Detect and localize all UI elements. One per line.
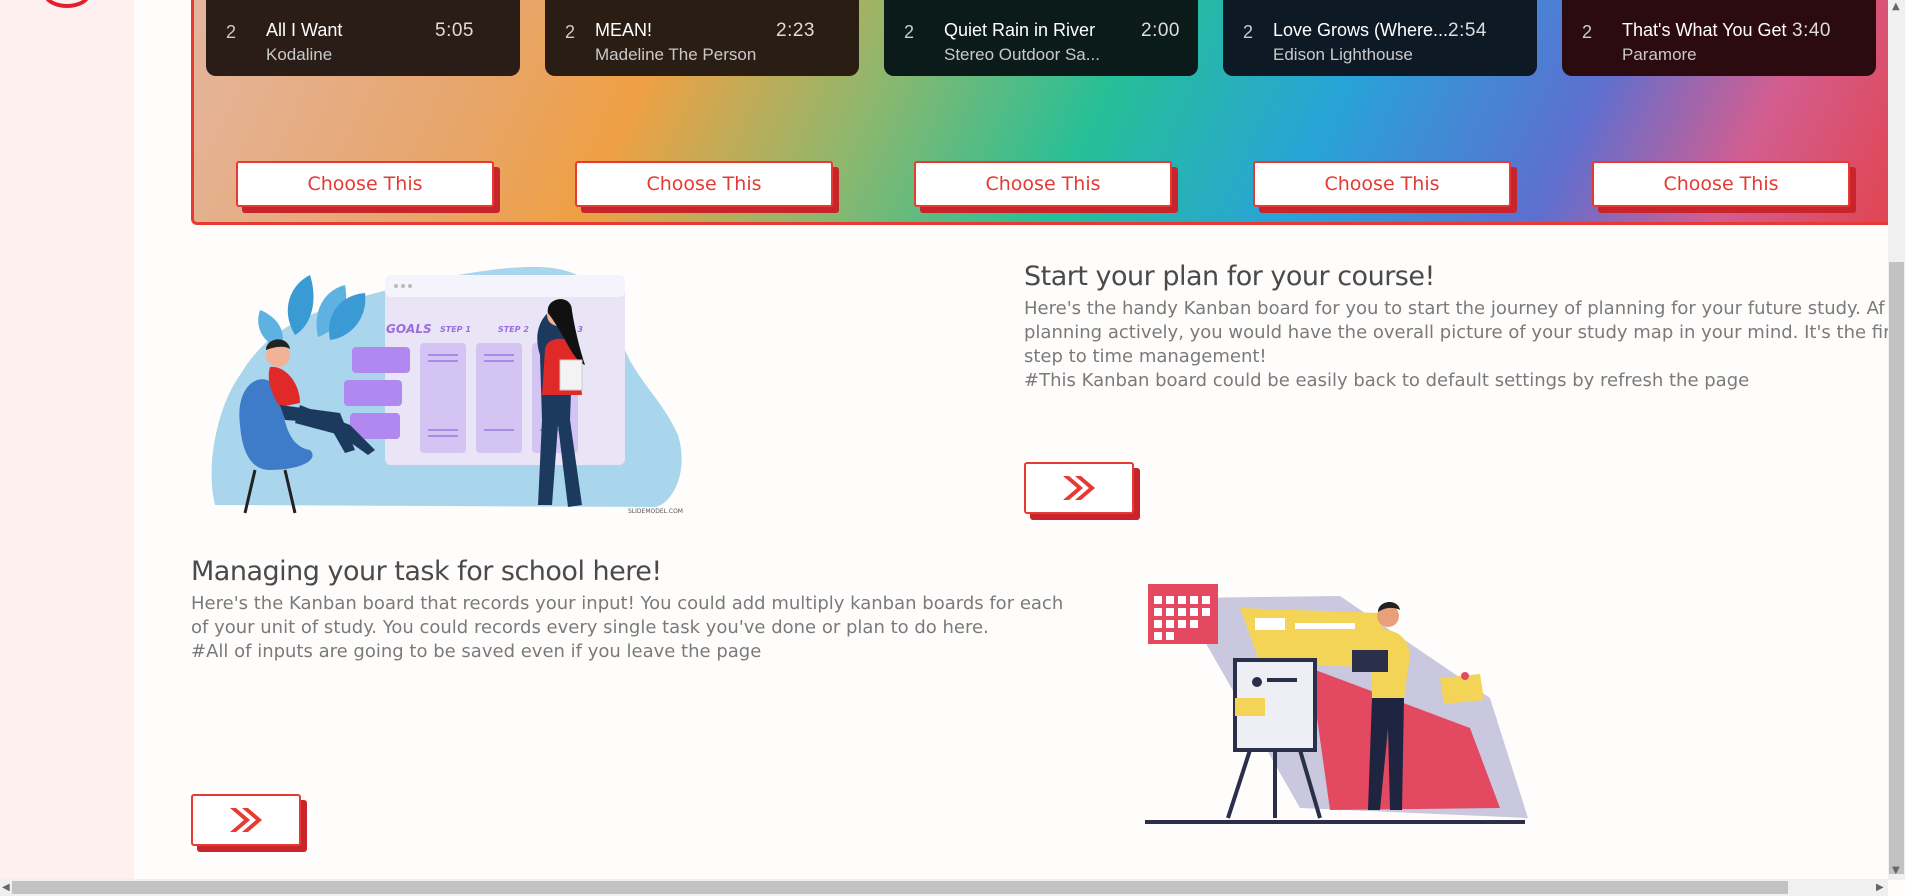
horizontal-scroll-thumb[interactable] bbox=[12, 881, 1788, 894]
scroll-left-icon[interactable]: ◀ bbox=[2, 883, 10, 893]
track-duration: 3:40 bbox=[1792, 20, 1831, 41]
manage-next-button[interactable] bbox=[191, 794, 301, 846]
track-number: 2 bbox=[1243, 22, 1254, 42]
vertical-scroll-thumb[interactable] bbox=[1889, 262, 1904, 874]
track-card[interactable]: 2 All I Want Kodaline 5:05 bbox=[206, 0, 520, 76]
track-card[interactable]: 2 MEAN! Madeline The Person 2:23 bbox=[545, 0, 859, 76]
track-number: 2 bbox=[565, 22, 576, 42]
choose-this-button[interactable]: Choose This bbox=[914, 161, 1172, 207]
kanban-goals-illustration: GOALS STEP 1 STEP 2 STEP 3 SLIDEMODEL.CO… bbox=[211, 266, 683, 515]
music-selection-banner: 2 All I Want Kodaline 5:05 2 MEAN! Madel… bbox=[191, 0, 1894, 225]
track-duration: 2:23 bbox=[776, 20, 815, 41]
track-card[interactable]: 2 Love Grows (Where... Edison Lighthouse… bbox=[1223, 0, 1537, 76]
task-management-illustration bbox=[1145, 584, 1528, 824]
illustration-credit: SLIDEMODEL.COM bbox=[628, 508, 683, 515]
track-card[interactable]: 2 That's What You Get Paramore 3:40 bbox=[1562, 0, 1876, 76]
track-artist: Edison Lighthouse bbox=[1273, 45, 1413, 64]
track-artist: Kodaline bbox=[266, 45, 333, 64]
plan-text-line: Here's the handy Kanban board for you to… bbox=[1024, 298, 1885, 319]
track-artist: Stereo Outdoor Sa... bbox=[944, 45, 1100, 64]
logo-icon[interactable] bbox=[43, 0, 91, 8]
track-duration: 5:05 bbox=[435, 20, 474, 41]
scroll-up-icon[interactable]: ▲ bbox=[1892, 2, 1900, 12]
choose-this-button[interactable]: Choose This bbox=[575, 161, 833, 207]
manage-text-line: #All of inputs are going to be saved eve… bbox=[191, 641, 762, 662]
track-duration: 2:54 bbox=[1448, 20, 1487, 41]
choose-this-button[interactable]: Choose This bbox=[236, 161, 494, 207]
choose-this-button[interactable]: Choose This bbox=[1592, 161, 1850, 207]
step-label: STEP 2 bbox=[498, 325, 529, 334]
track-title: Quiet Rain in River bbox=[944, 20, 1096, 40]
horizontal-scrollbar[interactable]: ◀ ▶ bbox=[0, 879, 1888, 896]
track-card[interactable]: 2 Quiet Rain in River Stereo Outdoor Sa.… bbox=[884, 0, 1198, 76]
plan-text-line: planning actively, you would have the ov… bbox=[1024, 322, 1900, 343]
track-artist: Madeline The Person bbox=[595, 45, 757, 64]
double-chevron-right-icon bbox=[1063, 476, 1095, 500]
track-title: That's What You Get bbox=[1622, 20, 1787, 40]
left-sidebar bbox=[0, 0, 134, 880]
track-number: 2 bbox=[1582, 22, 1593, 42]
track-duration: 2:00 bbox=[1141, 20, 1180, 41]
track-title: All I Want bbox=[266, 20, 343, 40]
manage-text-line: Here's the Kanban board that records you… bbox=[191, 593, 1064, 614]
track-title: Love Grows (Where... bbox=[1273, 20, 1449, 40]
track-number: 2 bbox=[904, 22, 915, 42]
scroll-down-icon[interactable]: ▼ bbox=[1892, 866, 1900, 876]
choose-this-button[interactable]: Choose This bbox=[1253, 161, 1511, 207]
manage-heading: Managing your task for school here! bbox=[191, 556, 662, 587]
manage-text-line: of your unit of study. You could records… bbox=[191, 617, 989, 638]
track-artist: Paramore bbox=[1622, 45, 1697, 64]
step-label: STEP 1 bbox=[440, 325, 471, 334]
track-number: 2 bbox=[226, 22, 237, 42]
plan-text-line: step to time management! bbox=[1024, 346, 1267, 367]
plan-heading: Start your plan for your course! bbox=[1024, 261, 1435, 292]
double-chevron-right-icon bbox=[230, 808, 262, 832]
plan-next-button[interactable] bbox=[1024, 462, 1134, 514]
vertical-scrollbar[interactable]: ▲ ▼ bbox=[1888, 0, 1905, 880]
scroll-right-icon[interactable]: ▶ bbox=[1876, 883, 1884, 893]
track-title: MEAN! bbox=[595, 20, 653, 40]
plan-text-line: #This Kanban board could be easily back … bbox=[1024, 370, 1750, 391]
goals-label: GOALS bbox=[386, 322, 432, 336]
